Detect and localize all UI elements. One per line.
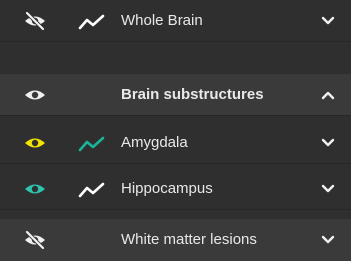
- chevron-up-icon[interactable]: [320, 88, 336, 102]
- row-label: Amygdala: [121, 134, 188, 151]
- trend-line-icon[interactable]: [78, 181, 106, 199]
- structure-list: Whole Brain Brain substructures Amygdala: [0, 0, 351, 261]
- eye-icon[interactable]: [23, 133, 47, 153]
- row-label: Hippocampus: [121, 180, 213, 197]
- chevron-down-icon[interactable]: [320, 182, 336, 196]
- chevron-down-icon[interactable]: [320, 233, 336, 247]
- eye-icon[interactable]: [23, 179, 47, 199]
- eye-off-icon[interactable]: [23, 11, 47, 31]
- row-hippocampus[interactable]: Hippocampus: [0, 168, 351, 210]
- eye-off-icon[interactable]: [23, 230, 47, 250]
- row-label: White matter lesions: [121, 231, 257, 248]
- row-brain-substructures[interactable]: Brain substructures: [0, 74, 351, 116]
- trend-line-icon[interactable]: [78, 135, 106, 153]
- trend-line-icon[interactable]: [78, 13, 106, 31]
- eye-icon[interactable]: [23, 85, 47, 105]
- row-white-matter-lesions[interactable]: White matter lesions: [0, 219, 351, 261]
- row-label: Brain substructures: [121, 86, 264, 103]
- chevron-down-icon[interactable]: [320, 14, 336, 28]
- row-amygdala[interactable]: Amygdala: [0, 122, 351, 164]
- row-whole-brain[interactable]: Whole Brain: [0, 0, 351, 42]
- row-label: Whole Brain: [121, 12, 203, 29]
- chevron-down-icon[interactable]: [320, 136, 336, 150]
